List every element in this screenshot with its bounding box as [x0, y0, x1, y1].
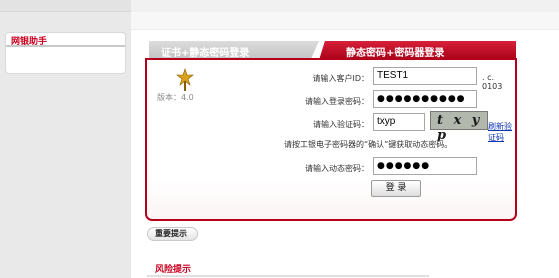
password-input[interactable]: ●●●●●●●●●●	[373, 90, 477, 108]
version-label: 版本：4.0	[157, 93, 194, 102]
helper-panel-title[interactable]: 网银助手	[6, 33, 125, 47]
customer-id-suffix: . c. 0103	[482, 73, 503, 91]
top-strip	[131, 12, 559, 30]
customer-id-input[interactable]: TEST1	[373, 67, 477, 85]
login-button[interactable]: 登 录	[371, 180, 421, 197]
customer-id-label: 请输入客户ID：	[312, 74, 369, 83]
risk-divider	[147, 275, 429, 277]
important-notice-button[interactable]: 重要提示	[147, 227, 198, 241]
captcha-input[interactable]: txyp	[373, 113, 425, 131]
dynamic-password-label: 请输入动态密码：	[305, 164, 369, 173]
top-band	[131, 0, 559, 12]
captcha-label: 请输入验证码：	[313, 120, 369, 129]
password-label: 请输入登录密码：	[305, 97, 369, 106]
login-panel: 版本：4.0 请输入客户ID： TEST1 . c. 0103 请输入登录密码：…	[145, 58, 517, 221]
left-sidebar: 网银助手	[0, 0, 131, 278]
online-banking-helper-panel: 网银助手	[5, 32, 126, 74]
bank-logo-icon	[176, 68, 194, 91]
refresh-captcha-link[interactable]: 刷新验证码	[488, 121, 515, 143]
captcha-image: t x y p	[430, 111, 488, 143]
left-top-bar	[0, 0, 131, 12]
dynamic-password-input[interactable]: ●●●●●●	[373, 157, 477, 175]
risk-warning-title: 风险提示	[155, 265, 192, 275]
token-hint-text: 请按工银电子密码器的“确认”键获取动态密码。	[284, 140, 453, 149]
